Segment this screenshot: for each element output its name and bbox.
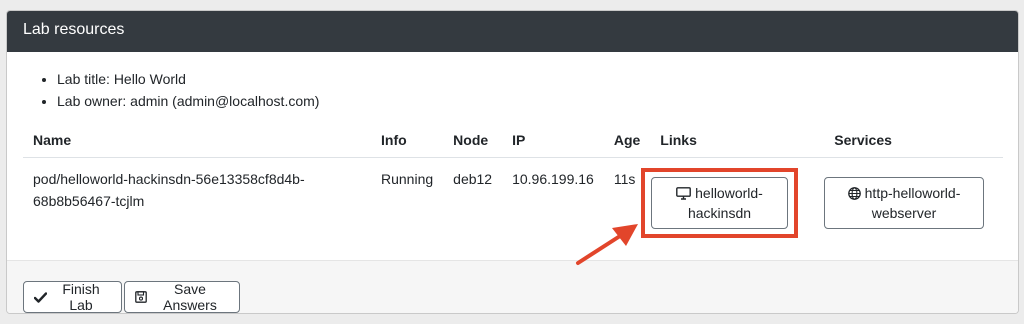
col-header-services: Services — [824, 123, 1003, 158]
cell-name: pod/helloworld-hackinsdn-56e13358cf8d4b-… — [23, 157, 371, 251]
http-helloworld-webserver-service-button[interactable]: http-helloworld- webserver — [824, 177, 984, 229]
col-header-links: Links — [650, 123, 825, 158]
finish-lab-button[interactable]: Finish Lab — [23, 281, 122, 313]
card-body: Lab title: Hello World Lab owner: admin … — [7, 52, 1018, 112]
lab-title-item: Lab title: Hello World — [57, 68, 1002, 90]
cell-node: deb12 — [453, 170, 493, 187]
col-header-age: Age — [603, 123, 651, 158]
save-answers-button[interactable]: Save Answers — [124, 281, 240, 313]
callout-arrow-icon — [576, 224, 638, 265]
lab-resources-card: Lab resources Lab title: Hello World Lab… — [6, 10, 1019, 314]
card-footer: Finish Lab Save Answers — [7, 260, 1018, 313]
highlight-box — [641, 168, 798, 238]
pod-name-line2: 68b8b56467-tcjlm — [33, 192, 145, 209]
finish-lab-label: Finish Lab — [62, 281, 100, 313]
col-header-ip: IP — [502, 123, 604, 158]
table-header-row: Name Info Node IP Age Links Services — [23, 123, 1003, 158]
lab-owner-item: Lab owner: admin (admin@localhost.com) — [57, 90, 1002, 112]
cell-info: Running — [381, 170, 434, 187]
save-answers-label: Save Answers — [163, 281, 217, 313]
card-header: Lab resources — [7, 11, 1018, 52]
pod-name-line1: pod/helloworld-hackinsdn-56e13358cf8d4b- — [33, 170, 305, 187]
service-label-line2: webserver — [871, 205, 937, 221]
service-label-line1: http-helloworld- — [864, 185, 961, 201]
col-header-name: Name — [23, 123, 371, 158]
col-header-info: Info — [371, 123, 444, 158]
floppy-disk-icon — [135, 291, 147, 303]
col-header-node: Node — [443, 123, 503, 158]
card-title: Lab resources — [23, 21, 125, 38]
globe-icon — [847, 186, 861, 200]
check-icon — [34, 291, 47, 303]
lab-info-list: Lab title: Hello World Lab owner: admin … — [23, 68, 1002, 112]
